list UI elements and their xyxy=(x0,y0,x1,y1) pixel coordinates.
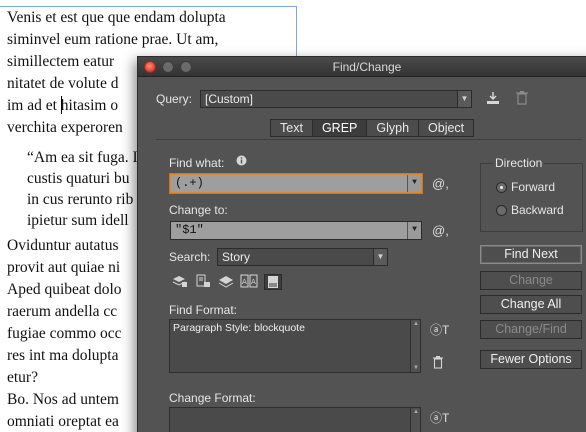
tab-grep[interactable]: GREP xyxy=(311,119,368,137)
chevron-down-icon: ▼ xyxy=(457,91,471,107)
doc-line: Aped quibeat dolo xyxy=(7,281,122,298)
find-change-dialog: Find/Change Query: [Custom] ▼ Text GREP … xyxy=(137,56,586,432)
text-frame-right xyxy=(296,6,297,58)
doc-line: omniati oreptat ea xyxy=(7,413,119,430)
doc-quote-line: custis quaturi bu xyxy=(27,170,130,187)
doc-line: Venis et est que que endam dolupta xyxy=(7,9,226,26)
find-format-label: Find Format: xyxy=(169,303,238,317)
tab-glyph[interactable]: Glyph xyxy=(366,119,420,137)
find-what-input[interactable]: (.+) ▼ xyxy=(170,174,422,193)
info-icon[interactable] xyxy=(235,154,247,166)
scroll-up-icon[interactable]: ▲ xyxy=(412,321,420,327)
doc-line: nitatet de volute d xyxy=(7,75,119,92)
change-format-box[interactable]: ▲ xyxy=(169,407,421,432)
chevron-down-icon[interactable]: ▼ xyxy=(407,175,421,192)
special-characters-icon[interactable]: @, xyxy=(432,223,449,238)
query-value: [Custom] xyxy=(205,92,254,106)
find-next-button[interactable]: Find Next xyxy=(480,245,582,264)
query-label: Query: xyxy=(156,92,193,106)
doc-line: Oviduntur autatus xyxy=(7,237,119,254)
doc-line: res int ma dolupta xyxy=(7,347,119,364)
change-format-scrollbar[interactable]: ▲ xyxy=(410,408,420,432)
change-to-value: "$1" xyxy=(175,223,204,237)
query-select[interactable]: [Custom] ▼ xyxy=(200,90,472,108)
scroll-up-icon[interactable]: ▲ xyxy=(412,409,420,415)
search-scope-select[interactable]: Story ▼ xyxy=(217,248,388,266)
find-format-value: Paragraph Style: blockquote xyxy=(173,322,305,334)
save-query-icon[interactable] xyxy=(484,90,502,108)
include-master-pages-icon[interactable]: AA xyxy=(240,274,258,290)
clear-find-format-trash-icon[interactable] xyxy=(432,355,444,369)
doc-line: raerum andella cc xyxy=(7,303,118,320)
special-characters-icon[interactable]: @, xyxy=(432,176,449,191)
search-label: Search: xyxy=(169,250,211,264)
chevron-down-icon: ▼ xyxy=(373,249,387,265)
change-button[interactable]: Change xyxy=(480,271,582,290)
doc-quote-line: ipietur sum idell xyxy=(27,212,129,229)
panel-separator xyxy=(156,139,582,140)
svg-text:A: A xyxy=(242,278,247,286)
change-find-button[interactable]: Change/Find xyxy=(480,320,582,339)
specify-change-format-icon[interactable]: ⓐT xyxy=(430,409,449,426)
doc-line: fugiae commo occ xyxy=(7,325,122,342)
svg-text:A: A xyxy=(251,278,256,286)
include-locked-layers-icon[interactable] xyxy=(171,274,189,290)
fewer-options-button[interactable]: Fewer Options xyxy=(480,350,582,369)
tab-text[interactable]: Text xyxy=(270,119,313,137)
text-cursor xyxy=(61,96,62,114)
direction-group xyxy=(480,163,583,232)
find-format-scrollbar[interactable]: ▲ ▼ xyxy=(410,320,420,372)
change-to-input[interactable]: "$1" ▼ xyxy=(170,221,422,240)
forward-label[interactable]: Forward xyxy=(511,180,555,194)
search-type-tabs: Text GREP Glyph Object xyxy=(270,119,475,137)
doc-line: im ad et hitasim o xyxy=(7,97,119,114)
dialog-titlebar[interactable]: Find/Change xyxy=(138,57,586,77)
doc-line: siminvel eum ratione prae. Ut am, xyxy=(7,31,219,48)
backward-radio[interactable] xyxy=(496,205,507,216)
doc-line: Bo. Nos ad untem xyxy=(7,391,119,408)
scroll-down-icon[interactable]: ▼ xyxy=(412,365,420,371)
backward-label[interactable]: Backward xyxy=(511,203,564,217)
doc-line: simillectem eatur xyxy=(7,53,115,70)
specify-find-format-icon[interactable]: ⓐT xyxy=(430,321,449,338)
direction-title: Direction xyxy=(493,156,545,170)
tab-object[interactable]: Object xyxy=(418,119,475,137)
doc-line: verchita experoren xyxy=(7,119,123,136)
find-format-box[interactable]: Paragraph Style: blockquote ▲ ▼ xyxy=(169,319,421,373)
doc-quote-line: “Am ea sit fuga. I xyxy=(27,149,138,166)
trash-icon[interactable] xyxy=(514,90,530,108)
include-footnotes-icon[interactable] xyxy=(264,274,282,290)
include-hidden-layers-icon[interactable] xyxy=(217,274,235,290)
search-scope-value: Story xyxy=(222,250,251,264)
doc-line: provit aut quiae ni xyxy=(7,259,121,276)
find-what-value: (.+) xyxy=(175,176,204,190)
change-all-button[interactable]: Change All xyxy=(480,295,582,314)
dialog-title: Find/Change xyxy=(332,60,402,74)
include-locked-stories-icon[interactable] xyxy=(194,274,212,290)
find-what-label: Find what: xyxy=(169,156,225,170)
chevron-down-icon[interactable]: ▼ xyxy=(407,222,421,239)
doc-line: etur? xyxy=(7,369,38,386)
forward-radio[interactable] xyxy=(496,182,507,193)
change-format-label: Change Format: xyxy=(169,391,256,405)
change-to-label: Change to: xyxy=(169,203,228,217)
doc-quote-line: in cus rerunto rib xyxy=(27,191,134,208)
